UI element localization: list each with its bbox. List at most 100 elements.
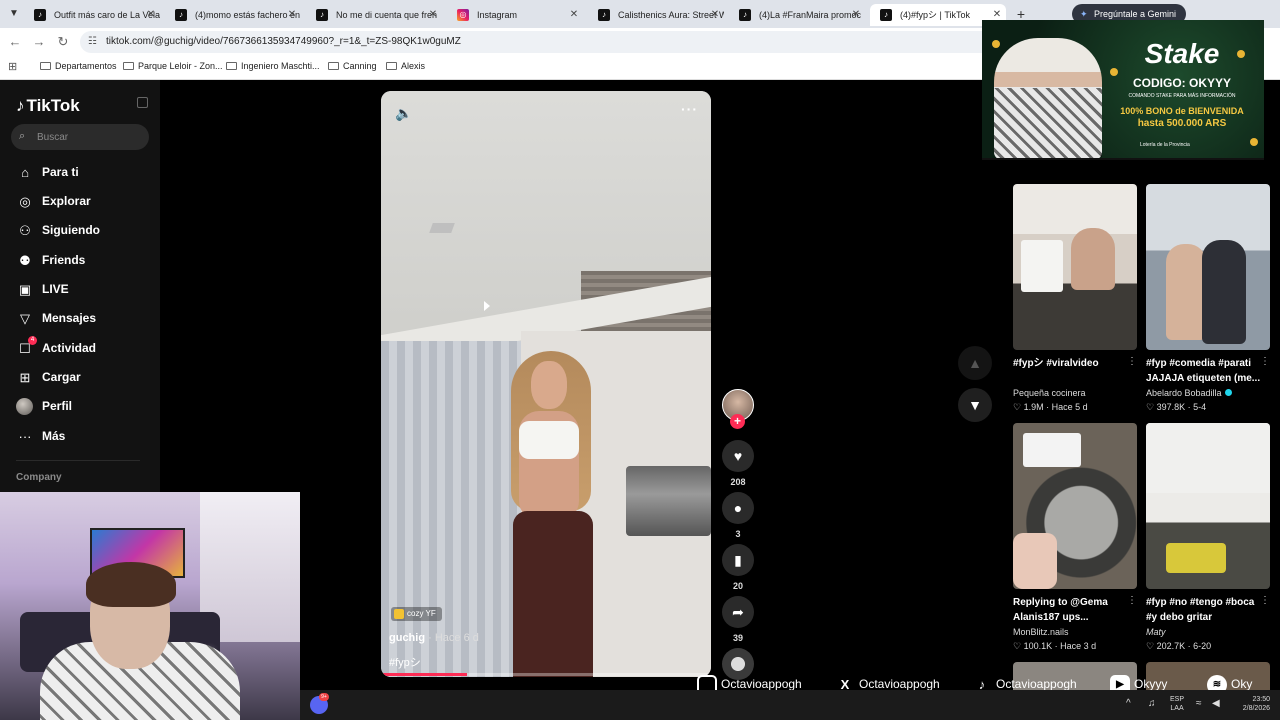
browser-tab[interactable]: ♪ Outfit más caro de La Velada ✕: [24, 4, 160, 26]
ad-bonus: 100% BONO de BIENVENIDA: [1120, 106, 1244, 116]
browser-tab[interactable]: ♪ (4)La #FranMaira promoc ✕: [729, 4, 865, 26]
thumb-comment-bubble: [1023, 433, 1081, 467]
sidebar-item-live[interactable]: ▣ LIVE: [16, 279, 156, 301]
folder-icon: [123, 62, 134, 70]
video-author[interactable]: guchig · Hace 6 d: [389, 632, 479, 644]
folder-icon: [40, 62, 51, 70]
collapse-sidebar-icon[interactable]: [137, 97, 148, 108]
tiktok-icon: ♪: [739, 9, 751, 21]
comment-button[interactable]: ●: [722, 492, 754, 524]
recommended-video[interactable]: #fyp #comedia #parati JAJAJA etiqueten (…: [1146, 184, 1270, 414]
folder-icon: [386, 62, 397, 70]
friends-icon: ⚉: [19, 253, 31, 268]
sidebar-item-label: Friends: [42, 253, 86, 267]
sidebar-item-perfil[interactable]: Perfil: [16, 396, 156, 418]
search-input[interactable]: [37, 129, 141, 145]
messages-icon: ▽: [20, 311, 30, 326]
previous-video-button[interactable]: ▲: [958, 346, 992, 380]
site-info-icon[interactable]: ☷: [88, 31, 97, 53]
video-caption[interactable]: #fypシ: [389, 654, 421, 670]
sidebar-item-actividad[interactable]: ☐ 4 Actividad: [16, 336, 156, 360]
share-button[interactable]: ➦: [722, 596, 754, 628]
microphone-icon[interactable]: ♫: [1148, 698, 1156, 709]
video-thumbnail: [1146, 184, 1270, 350]
sidebar-item-explorar[interactable]: ◎ Explorar: [16, 191, 156, 213]
back-icon[interactable]: ←: [6, 33, 24, 51]
folder-icon: [328, 62, 339, 70]
recommended-video[interactable]: Replying to @Gema Alanis187 ups... ⋮ Mon…: [1013, 423, 1137, 653]
more-options-icon[interactable]: ⋮: [1260, 356, 1270, 367]
instagram-icon: ◎: [457, 9, 469, 21]
bookmark-folder[interactable]: Canning: [328, 61, 377, 71]
search-icon: ⌕: [19, 130, 26, 142]
tab-title: (4)La #FranMaira promoc: [759, 10, 862, 20]
close-icon[interactable]: ✕: [567, 4, 581, 26]
comment-icon: ●: [733, 500, 743, 516]
close-icon[interactable]: ✕: [285, 4, 299, 26]
volume-icon[interactable]: 🔈: [395, 105, 412, 122]
bookmark-folder[interactable]: Ingeniero Maschti...: [226, 61, 320, 71]
video-author: MonBlitz.nails: [1013, 627, 1069, 637]
company-section-title[interactable]: Company: [16, 472, 62, 483]
sidebar-item-para-ti[interactable]: ⌂ Para ti: [16, 162, 156, 184]
follow-button[interactable]: +: [730, 414, 745, 429]
video-author: Maty: [1146, 627, 1166, 637]
clock[interactable]: 23:50 2/8/2026: [1230, 695, 1270, 713]
more-options-icon[interactable]: ⋮: [1127, 356, 1137, 367]
speaker-icon[interactable]: ◀: [1212, 698, 1220, 709]
tab-title: Instagram: [477, 10, 518, 20]
share-icon: ➦: [732, 604, 744, 620]
video-title: #fypシ #viralvideo: [1013, 358, 1099, 369]
wifi-icon[interactable]: ≈: [1196, 698, 1202, 709]
recommended-video[interactable]: #fyp #no #tengo #boca #y debo gritar ⋮ M…: [1146, 423, 1270, 653]
video-author: Abelardo Bobadilla: [1146, 388, 1232, 398]
close-icon[interactable]: ✕: [708, 4, 722, 26]
more-options-icon[interactable]: ···: [681, 101, 698, 117]
bookmark-folder[interactable]: Parque Leloir - Zon...: [123, 61, 223, 71]
browser-tab[interactable]: ♪ (4)momo estás fachero en ✕: [165, 4, 301, 26]
tab-search-icon[interactable]: ▼: [6, 6, 22, 22]
ad-footer: Lotería de la Provincia: [1140, 142, 1190, 148]
sidebar-item-mensajes[interactable]: ▽ Mensajes: [16, 308, 156, 330]
sidebar-item-friends[interactable]: ⚉ Friends: [16, 250, 156, 272]
heart-icon: ♥: [733, 448, 743, 464]
next-video-button[interactable]: ▼: [958, 388, 992, 422]
sidebar-item-mas[interactable]: ··· Más: [16, 426, 156, 448]
close-icon[interactable]: ✕: [144, 4, 158, 26]
apps-grid-icon[interactable]: ⊞: [8, 60, 17, 73]
sidebar-item-label: Mensajes: [42, 311, 97, 325]
video-sticker[interactable]: cozy YF: [391, 607, 442, 621]
video-thumbnail: [1013, 423, 1137, 589]
bookmark-folder[interactable]: Departamentos: [40, 61, 117, 71]
browser-tab[interactable]: ◎ Instagram ✕: [447, 4, 583, 26]
video-title: Replying to @Gema Alanis187 ups...: [1013, 597, 1108, 623]
save-button[interactable]: ▮: [722, 544, 754, 576]
tiktok-icon: ♪: [316, 9, 328, 21]
video-stats: ♡ 100.1K · Hace 3 d: [1013, 641, 1097, 651]
tiktok-icon: ♪: [598, 9, 610, 21]
bookmark-folder[interactable]: Alexis: [386, 61, 425, 71]
close-icon[interactable]: ✕: [426, 4, 440, 26]
like-button[interactable]: ♥: [722, 440, 754, 472]
tab-title: (4)#fypシ | TikTok: [900, 10, 971, 20]
browser-tab[interactable]: ♪ No me di cuenta que fren ✕: [306, 4, 442, 26]
thumb-shirt: [1146, 423, 1270, 493]
video-progress-bar[interactable]: [381, 673, 711, 676]
upload-icon: ⊞: [19, 370, 31, 385]
browser-tab[interactable]: ♪ Calisthenics Aura: Street W ✕: [588, 4, 724, 26]
more-options-icon[interactable]: ⋮: [1260, 595, 1270, 606]
video-scene-light: [429, 223, 455, 233]
sidebar-item-siguiendo[interactable]: ⚇ Siguiendo: [16, 220, 156, 242]
chevron-up-icon: ▲: [968, 355, 982, 371]
reload-icon[interactable]: ↻: [54, 33, 72, 51]
bookmark-icon: ▮: [734, 552, 742, 568]
close-icon[interactable]: ✕: [849, 4, 863, 26]
tiktok-logo[interactable]: ♪ TikTok: [16, 96, 80, 116]
video-player[interactable]: 🔈 ··· cozy YF guchig · Hace 6 d #fypシ: [381, 91, 711, 677]
more-options-icon[interactable]: ⋮: [1127, 595, 1137, 606]
forward-icon[interactable]: →: [30, 33, 48, 51]
sidebar-item-cargar[interactable]: ⊞ Cargar: [16, 367, 156, 389]
recommended-video[interactable]: #fypシ #viralvideo ⋮ Pequeña cocinera ♡ 1…: [1013, 184, 1137, 414]
chevron-up-icon[interactable]: ^: [1126, 698, 1131, 709]
language-indicator[interactable]: ESP LAA: [1170, 695, 1184, 713]
